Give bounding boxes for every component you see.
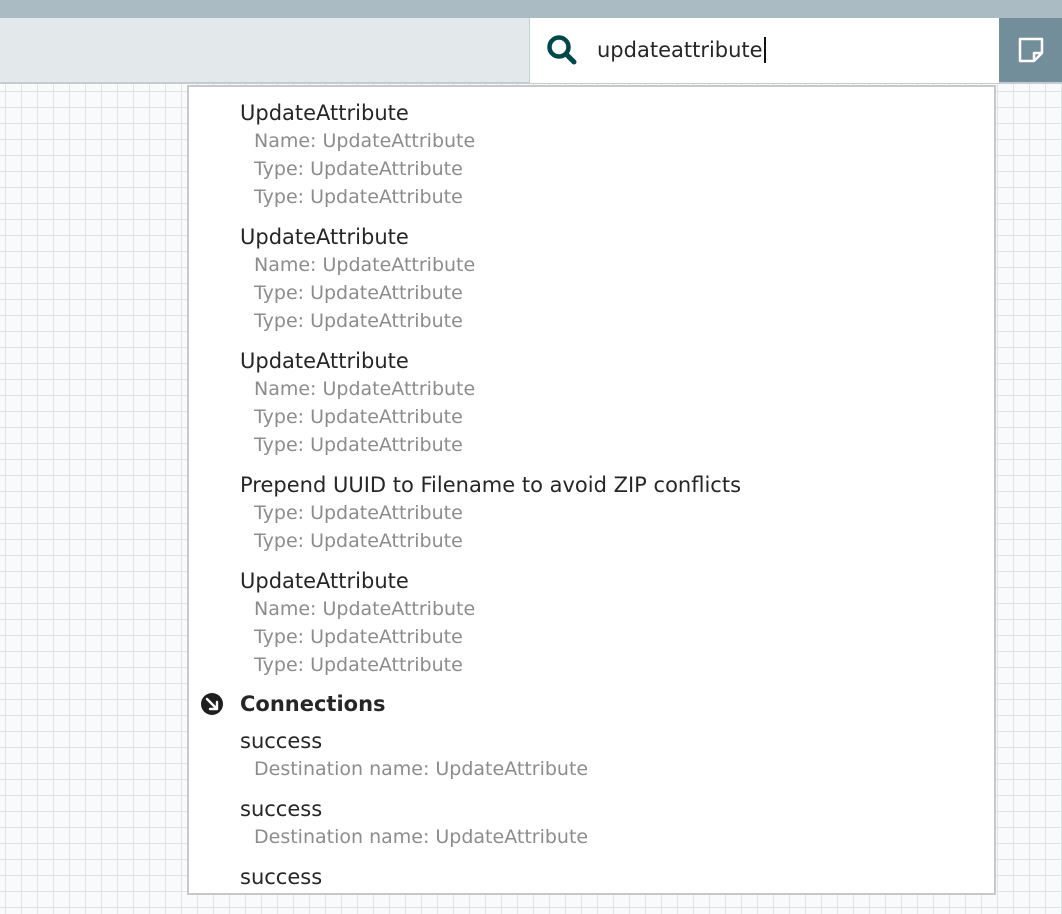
- connections-section-header: Connections: [200, 690, 600, 718]
- result-detail: Name: UpdateAttribute: [254, 254, 476, 276]
- connection-item[interactable]: success Destination name: UpdateAttribut…: [240, 795, 980, 851]
- result-detail: Type: UpdateAttribute: [254, 310, 463, 332]
- connections-label: Connections: [240, 692, 386, 716]
- connection-detail: Destination name: UpdateAttribute: [254, 758, 589, 780]
- connection-item[interactable]: success: [240, 863, 980, 891]
- connection-title[interactable]: success: [240, 795, 980, 823]
- result-title[interactable]: Prepend UUID to Filename to avoid ZIP co…: [240, 471, 980, 499]
- result-detail: Type: UpdateAttribute: [254, 626, 463, 648]
- connection-title[interactable]: success: [240, 863, 980, 891]
- result-item[interactable]: UpdateAttribute Name: UpdateAttribute Ty…: [240, 567, 980, 679]
- result-item[interactable]: Prepend UUID to Filename to avoid ZIP co…: [240, 471, 980, 555]
- result-title[interactable]: UpdateAttribute: [240, 567, 980, 595]
- connection-title[interactable]: success: [240, 727, 980, 755]
- search-results-dropdown: UpdateAttribute Name: UpdateAttribute Ty…: [187, 85, 996, 895]
- search-input-value: updateattribute: [597, 38, 763, 62]
- result-detail: Name: UpdateAttribute: [254, 378, 476, 400]
- result-item[interactable]: UpdateAttribute Name: UpdateAttribute Ty…: [240, 223, 980, 335]
- result-item[interactable]: UpdateAttribute Name: UpdateAttribute Ty…: [240, 99, 980, 211]
- result-title[interactable]: UpdateAttribute: [240, 99, 980, 127]
- search-icon[interactable]: [546, 34, 578, 66]
- result-title[interactable]: UpdateAttribute: [240, 223, 980, 251]
- result-detail: Type: UpdateAttribute: [254, 406, 463, 428]
- result-detail: Name: UpdateAttribute: [254, 130, 476, 152]
- result-title[interactable]: UpdateAttribute: [240, 347, 980, 375]
- connection-icon: [201, 693, 223, 715]
- result-detail: Type: UpdateAttribute: [254, 186, 463, 208]
- search-box[interactable]: updateattribute: [529, 18, 999, 83]
- result-detail: Type: UpdateAttribute: [254, 530, 463, 552]
- result-detail: Type: UpdateAttribute: [254, 502, 463, 524]
- sticky-note-icon: [1018, 37, 1044, 63]
- top-strip: [0, 0, 1062, 18]
- result-detail: Type: UpdateAttribute: [254, 282, 463, 304]
- result-detail: Type: UpdateAttribute: [254, 434, 463, 456]
- result-detail: Type: UpdateAttribute: [254, 158, 463, 180]
- result-item[interactable]: UpdateAttribute Name: UpdateAttribute Ty…: [240, 347, 980, 459]
- text-caret: [763, 37, 766, 63]
- connection-item[interactable]: success Destination name: UpdateAttribut…: [240, 727, 980, 783]
- result-detail: Type: UpdateAttribute: [254, 654, 463, 676]
- add-note-button[interactable]: [999, 18, 1062, 82]
- result-detail: Name: UpdateAttribute: [254, 598, 476, 620]
- connection-detail: Destination name: UpdateAttribute: [254, 826, 589, 848]
- search-input[interactable]: updateattribute: [597, 36, 766, 64]
